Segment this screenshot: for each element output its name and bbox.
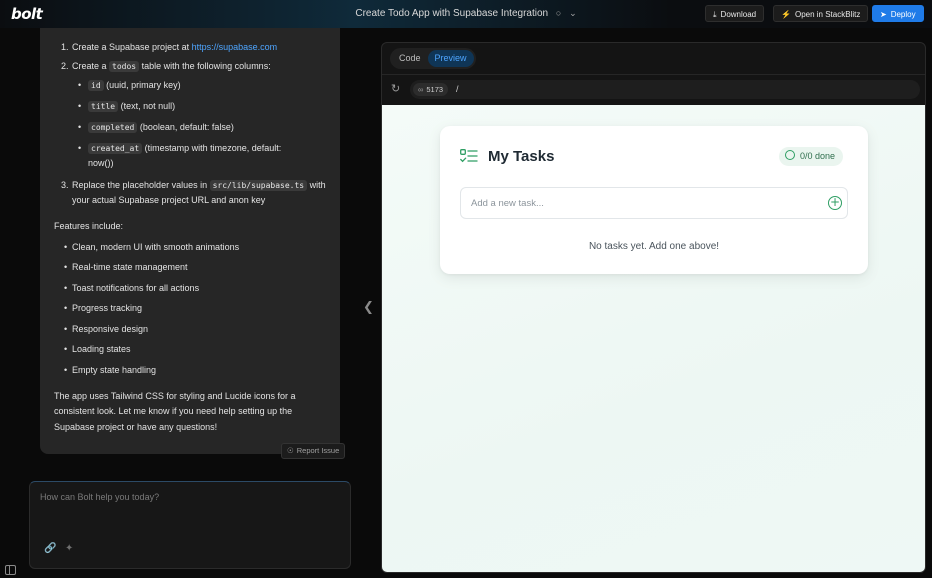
report-issue-button[interactable]: ☉ Report Issue: [281, 443, 346, 459]
feature-item: Toast notifications for all actions: [54, 281, 326, 295]
prompt-box: 🔗 ✦: [29, 481, 351, 569]
feature-item: Responsive design: [54, 322, 326, 336]
view-switcher: Code Preview: [390, 48, 476, 69]
inline-code: completed: [88, 122, 138, 133]
features-heading: Features include:: [54, 221, 124, 231]
step-item: 3. Replace the placeholder values in src…: [54, 178, 326, 207]
url-path[interactable]: /: [456, 83, 459, 96]
sidebar-toggle-icon[interactable]: [5, 565, 16, 575]
page-title: My Tasks: [488, 148, 555, 165]
feature-item: Empty state handling: [54, 363, 326, 377]
plug-icon: ∞: [418, 85, 424, 94]
chevron-down-icon[interactable]: ⌄: [569, 8, 577, 19]
new-task-input[interactable]: [471, 196, 811, 211]
download-label: Download: [720, 10, 757, 19]
project-title-text: Create Todo App with Supabase Integratio…: [355, 8, 549, 19]
chat-message: 1. Create a Supabase project at https://…: [40, 28, 340, 454]
lock-icon: ○: [555, 8, 562, 18]
column-desc: (uuid, primary key): [103, 80, 181, 90]
empty-state-message: No tasks yet. Add one above!: [588, 241, 720, 252]
inline-code: title: [88, 101, 119, 112]
column-item: title (text, not null): [54, 99, 326, 114]
deploy-button[interactable]: ➤ Deploy: [872, 5, 924, 22]
top-bar: bolt Create Todo App with Supabase Integ…: [0, 0, 932, 28]
reload-icon[interactable]: ↻: [391, 82, 400, 95]
link-icon[interactable]: 🔗: [44, 543, 56, 554]
feature-item: Real-time state management: [54, 260, 326, 274]
sparkle-icon[interactable]: ✦: [65, 543, 73, 554]
tab-preview[interactable]: Preview: [427, 50, 474, 67]
download-button[interactable]: ⤓ Download: [705, 5, 765, 22]
step-text: Replace the placeholder values in: [72, 180, 210, 190]
feature-item: Loading states: [54, 342, 326, 356]
prompt-input[interactable]: [40, 492, 340, 522]
column-item: completed (boolean, default: false): [54, 120, 326, 135]
open-in-stackblitz-button[interactable]: ⚡ Open in StackBlitz: [773, 5, 869, 22]
tab-code[interactable]: Code: [392, 50, 428, 67]
step-number: 3.: [61, 180, 69, 190]
todo-card: My Tasks 0/0 done + No tasks yet. Add on…: [440, 126, 868, 274]
step-number: 1.: [61, 42, 69, 52]
step-text: table with the following columns:: [139, 61, 271, 71]
report-issue-label: Report Issue: [296, 446, 340, 455]
preview-frame: My Tasks 0/0 done + No tasks yet. Add on…: [382, 105, 925, 572]
progress-text: 0/0 done: [800, 151, 836, 161]
deploy-label: Deploy: [890, 10, 916, 19]
step-number: 2.: [61, 61, 69, 71]
inline-code: id: [88, 80, 104, 91]
column-item: created_at (timestamp with timezone, def…: [54, 141, 326, 170]
inline-code: created_at: [88, 143, 143, 154]
download-icon: ⤓: [713, 10, 717, 19]
inline-code: src/lib/supabase.ts: [209, 180, 308, 191]
new-task-form: +: [460, 187, 848, 219]
feature-item: Progress tracking: [54, 301, 326, 315]
port-selector[interactable]: ∞ 5173: [413, 83, 449, 96]
bug-icon: ☉: [287, 446, 294, 455]
workbench: Code Preview ↻ ∞ 5173 / My Tasks 0/0 done: [381, 42, 926, 573]
column-desc: (text, not null): [118, 101, 176, 111]
url-bar[interactable]: ∞ 5173 /: [410, 80, 920, 99]
inline-code: todos: [109, 61, 140, 72]
port-number: 5173: [426, 85, 444, 94]
supabase-link[interactable]: https://supabase.com: [192, 42, 278, 52]
column-desc: (boolean, default: false): [137, 122, 234, 132]
list-todo-icon: [460, 149, 478, 163]
chevron-left-icon[interactable]: ❮: [363, 300, 374, 315]
progress-badge: 0/0 done: [779, 147, 844, 166]
step-item: 2. Create a todos table with the followi…: [54, 59, 326, 170]
column-item: id (uuid, primary key): [54, 78, 326, 93]
check-circle-icon: [785, 150, 795, 160]
workbench-header: Code Preview: [382, 43, 925, 75]
lightning-icon: ⚡: [781, 10, 791, 19]
rocket-icon: ➤: [880, 10, 887, 19]
closing-paragraph: The app uses Tailwind CSS for styling an…: [54, 390, 296, 432]
step-item: 1. Create a Supabase project at https://…: [54, 40, 326, 54]
step-text: Create a Supabase project at: [72, 42, 192, 52]
step-text: Create a: [72, 61, 110, 71]
feature-item: Clean, modern UI with smooth animations: [54, 240, 326, 254]
preview-address-bar: ↻ ∞ 5173 /: [382, 76, 925, 104]
add-task-icon[interactable]: +: [828, 196, 842, 210]
stackblitz-label: Open in StackBlitz: [794, 10, 861, 19]
